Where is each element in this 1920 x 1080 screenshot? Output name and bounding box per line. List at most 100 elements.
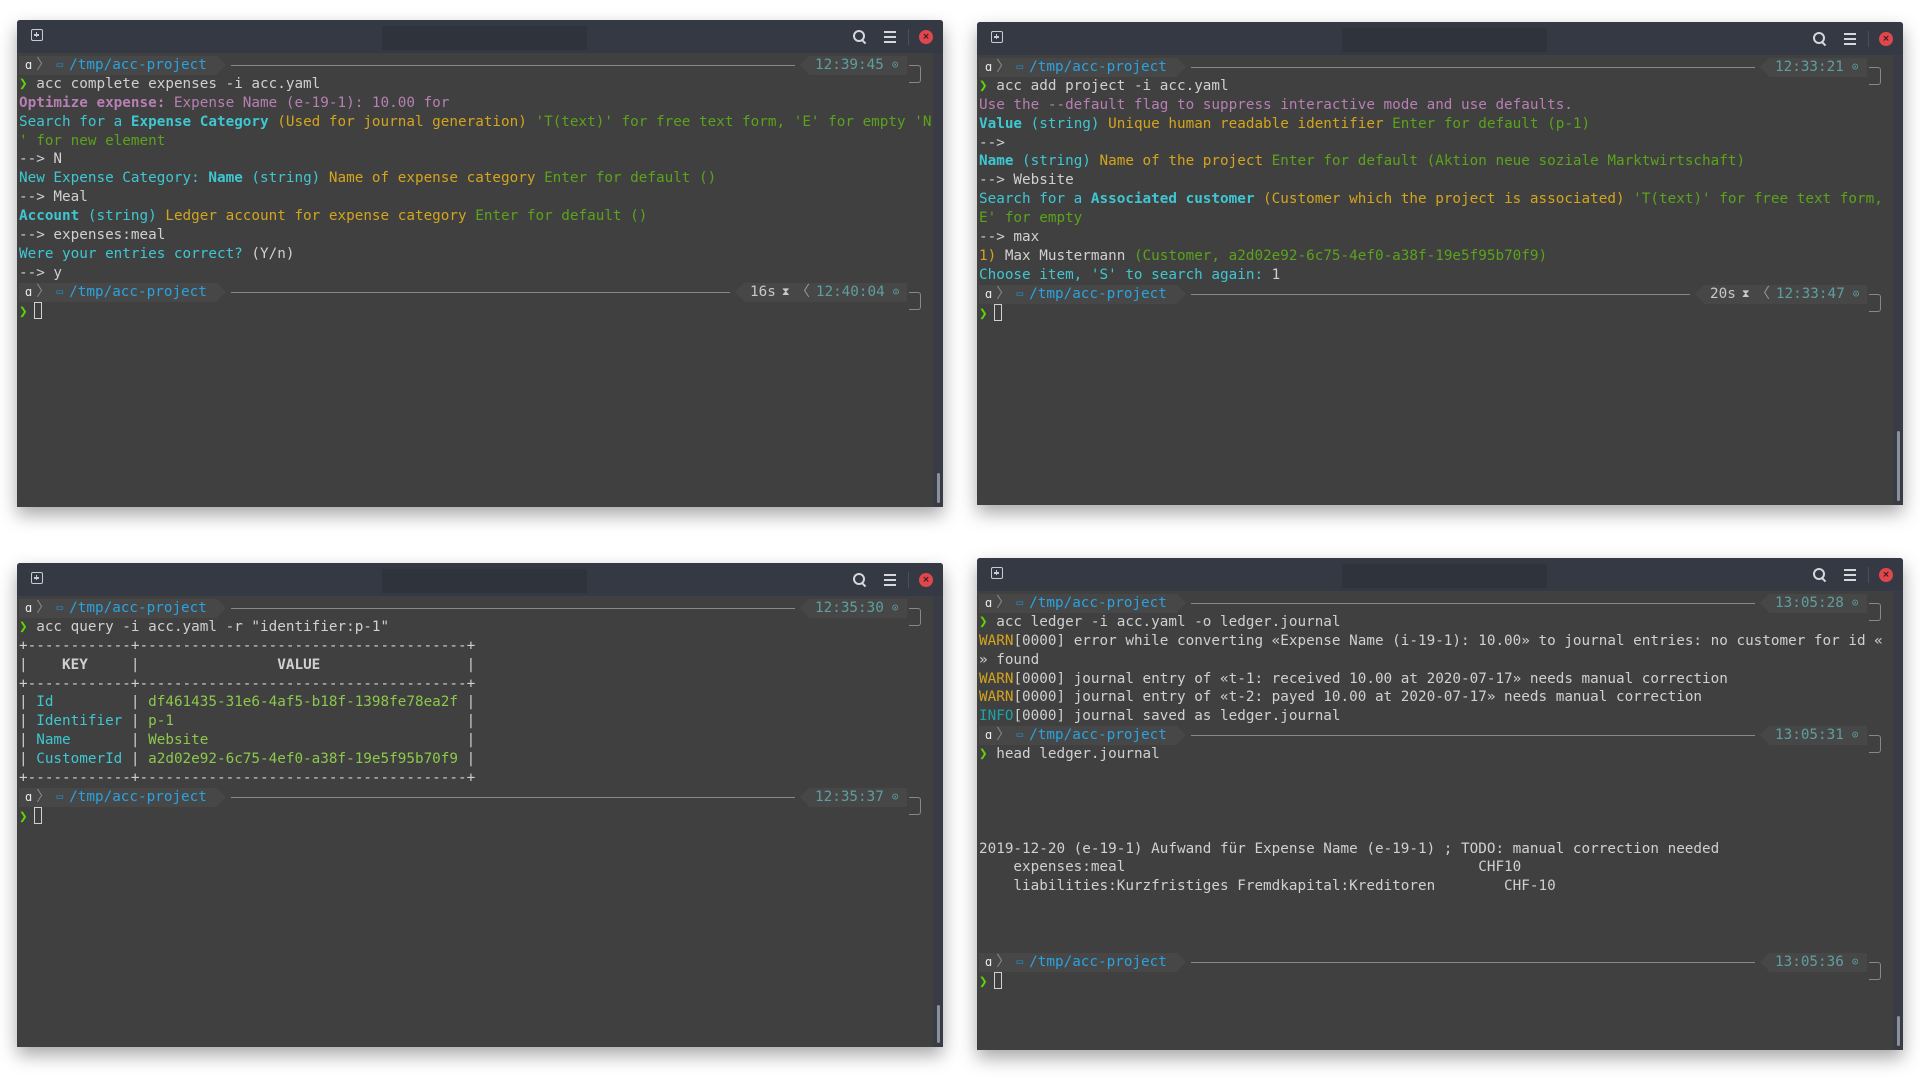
output-segment: --> max bbox=[979, 229, 1040, 246]
output-line: --> Meal bbox=[19, 188, 931, 207]
folder-icon: ▭ bbox=[56, 789, 64, 803]
chevron-right-icon: 〉 bbox=[36, 788, 51, 805]
current-directory: /tmp/acc-project bbox=[1029, 595, 1167, 611]
tab[interactable] bbox=[1342, 564, 1547, 588]
output-segment: a2d02e92-6c75-4ef0-a38f-19e5f95b70f9 bbox=[148, 751, 458, 768]
text-cursor[interactable] bbox=[993, 303, 1002, 321]
output-segment: | bbox=[458, 751, 476, 768]
close-icon[interactable]: × bbox=[919, 29, 933, 44]
output-line: liabilities:Kurzfristiges Fremdkapital:K… bbox=[979, 877, 1891, 896]
prompt-chevron-icon: ❯ bbox=[19, 618, 28, 635]
output-segment: Use the --default flag to suppress inter… bbox=[979, 96, 1573, 113]
output-segment: 1 bbox=[1263, 266, 1281, 283]
output-segment: | bbox=[458, 732, 476, 749]
text-cursor[interactable] bbox=[993, 971, 1002, 989]
prompt-rule bbox=[1191, 603, 1755, 604]
output-line: WARN[0000] journal entry of «t-1: receiv… bbox=[979, 670, 1891, 689]
scrollbar-thumb[interactable] bbox=[1897, 1016, 1900, 1046]
scrollbar[interactable] bbox=[933, 596, 943, 1047]
output-segment: Search for a bbox=[19, 113, 131, 130]
output-segment: Name bbox=[36, 732, 123, 749]
title-bar: × bbox=[977, 22, 1903, 55]
prompt-header: ɑ 〉 ▭ /tmp/acc-project 12:35:37 ⊙ bbox=[19, 787, 931, 815]
output-line: INFO[0000] journal saved as ledger.journ… bbox=[979, 707, 1891, 726]
close-icon[interactable]: × bbox=[1879, 567, 1893, 582]
command-line[interactable]: ❯ bbox=[19, 301, 931, 321]
scrollbar-thumb[interactable] bbox=[1897, 431, 1900, 501]
text-cursor[interactable] bbox=[33, 806, 42, 824]
terminal-output[interactable]: ɑ 〉 ▭/tmp/acc-project 12:33:21 ⊙ ❯ acc add pr… bbox=[979, 58, 1891, 322]
terminal-output[interactable]: ɑ 〉 ▭/tmp/acc-project 12:35:30 ⊙ ❯ acc query … bbox=[19, 599, 931, 826]
output-line: --> bbox=[979, 134, 1891, 153]
chevron-right-icon: 〉 bbox=[996, 59, 1011, 75]
tab[interactable] bbox=[1342, 28, 1547, 52]
search-icon[interactable] bbox=[850, 27, 870, 47]
scrollbar[interactable] bbox=[933, 53, 943, 507]
output-segment: | bbox=[458, 713, 476, 730]
command-line[interactable]: ❯ acc ledger -i acc.yaml -o ledger.journ… bbox=[979, 613, 1891, 632]
output-line: 1) Max Mustermann (Customer, a2d02e92-6c… bbox=[979, 247, 1891, 266]
prompt-chevron-icon: ❯ bbox=[19, 303, 28, 320]
output-line: » found bbox=[979, 651, 1891, 670]
prompt-status-segment: 16s ⧗ 〈 12:40:04 ⊙ bbox=[734, 282, 908, 302]
timestamp: 12:39:45 bbox=[815, 57, 884, 73]
command-text: acc query -i acc.yaml -r "identifier:p-1… bbox=[36, 618, 390, 635]
terminal-output[interactable]: ɑ 〉 ▭/tmp/acc-project 13:05:28 ⊙ ❯ acc ledger… bbox=[979, 594, 1891, 991]
prompt-chevron-icon: ❯ bbox=[979, 746, 988, 763]
scrollbar-thumb[interactable] bbox=[937, 473, 940, 503]
new-tab-icon[interactable] bbox=[991, 31, 1003, 43]
output-segment: 'T(text)' for free text form, 'E' for em… bbox=[526, 113, 931, 130]
hamburger-menu-icon[interactable] bbox=[884, 573, 896, 586]
divider bbox=[908, 571, 909, 588]
command-line[interactable]: ❯ acc query -i acc.yaml -r "identifier:p… bbox=[19, 618, 931, 637]
command-line[interactable]: ❯ bbox=[979, 303, 1891, 323]
output-segment: Ledger account for expense category bbox=[156, 208, 467, 225]
output-segment: Enter for default () bbox=[535, 170, 717, 187]
prompt-header: ɑ 〉 ▭ /tmp/acc-project 12:35:30 ⊙ bbox=[19, 599, 931, 626]
command-line[interactable]: ❯ acc complete expenses -i acc.yaml bbox=[19, 75, 931, 94]
current-directory: /tmp/acc-project bbox=[69, 57, 207, 73]
command-line[interactable]: ❯ head ledger.journal bbox=[979, 745, 1891, 764]
output-line: | CustomerId | a2d02e92-6c75-4ef0-a38f-1… bbox=[19, 750, 931, 769]
scrollbar[interactable] bbox=[1893, 591, 1903, 1050]
prompt-chevron-icon: ❯ bbox=[979, 77, 988, 94]
prompt-path-segment: ɑ 〉 ▭ /tmp/acc-project bbox=[979, 594, 1186, 613]
hamburger-menu-icon[interactable] bbox=[1844, 32, 1856, 45]
current-directory: /tmp/acc-project bbox=[69, 600, 207, 616]
tab[interactable] bbox=[382, 569, 587, 593]
tab[interactable] bbox=[382, 26, 587, 50]
terminal-output[interactable]: ɑ 〉 ▭/tmp/acc-project 12:39:45 ⊙ ❯ acc comple… bbox=[19, 56, 931, 320]
search-icon[interactable] bbox=[1810, 29, 1830, 49]
output-segment: --> bbox=[979, 134, 1005, 151]
new-tab-icon[interactable] bbox=[991, 567, 1003, 579]
hamburger-menu-icon[interactable] bbox=[884, 30, 896, 43]
scrollbar[interactable] bbox=[1893, 55, 1903, 505]
output-segment: | bbox=[19, 713, 37, 730]
output-segment: | bbox=[458, 694, 476, 711]
close-icon[interactable]: × bbox=[919, 572, 933, 587]
output-segment: Associated customer bbox=[1090, 191, 1255, 208]
chevron-left-icon: 〈 bbox=[1755, 285, 1770, 302]
output-segment: (Used for journal generation) bbox=[268, 113, 527, 130]
clock-icon: ⊙ bbox=[891, 58, 899, 71]
new-tab-icon[interactable] bbox=[31, 29, 43, 41]
timestamp: 13:05:28 bbox=[1775, 595, 1844, 611]
text-cursor[interactable] bbox=[33, 301, 42, 319]
search-icon[interactable] bbox=[850, 570, 870, 590]
new-tab-icon[interactable] bbox=[31, 572, 43, 584]
os-logo-icon: ɑ bbox=[25, 284, 33, 299]
output-segment: p-1 bbox=[148, 713, 458, 730]
hamburger-menu-icon[interactable] bbox=[1844, 568, 1856, 581]
hourglass-icon: ⧗ bbox=[1741, 286, 1750, 300]
prompt-rule bbox=[231, 65, 795, 66]
divider bbox=[908, 28, 909, 45]
command-line[interactable]: ❯ acc add project -i acc.yaml bbox=[979, 77, 1891, 96]
close-icon[interactable]: × bbox=[1879, 31, 1893, 46]
scrollbar-thumb[interactable] bbox=[937, 1005, 940, 1043]
command-line[interactable]: ❯ bbox=[979, 971, 1891, 991]
search-icon[interactable] bbox=[1810, 565, 1830, 585]
output-segment: [0000] journal entry of «t-1: received 1… bbox=[1013, 670, 1728, 687]
command-line[interactable]: ❯ bbox=[19, 806, 931, 826]
prompt-chevron-icon: ❯ bbox=[979, 973, 988, 990]
